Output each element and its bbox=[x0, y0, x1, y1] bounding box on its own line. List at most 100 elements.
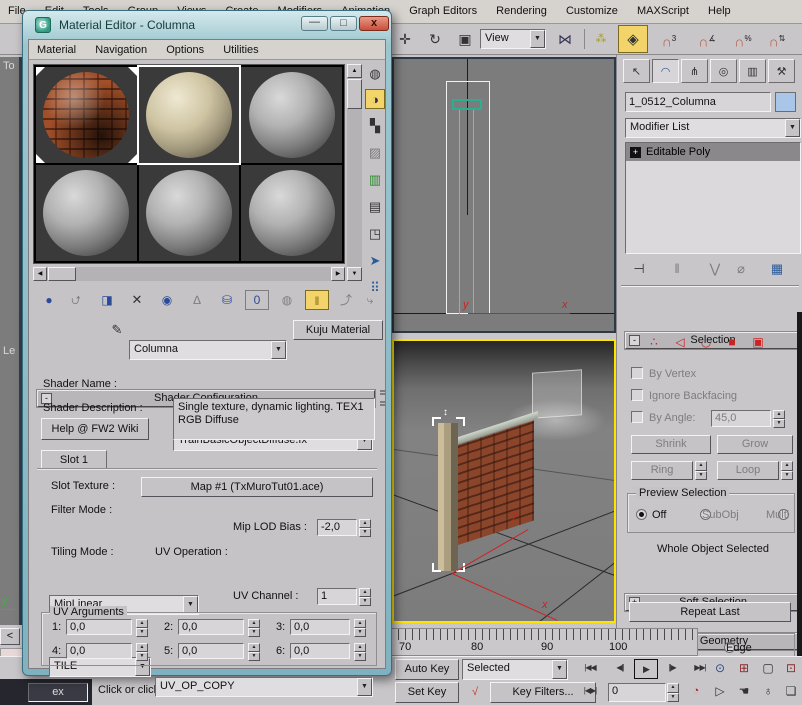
get-material-icon[interactable]: ● bbox=[37, 290, 61, 310]
by-vertex-checkbox[interactable] bbox=[631, 367, 643, 379]
current-frame-field[interactable]: 0 bbox=[608, 683, 666, 702]
me-menu-material[interactable]: Material bbox=[29, 40, 84, 60]
chevron-down-icon[interactable]: ▼ bbox=[530, 30, 545, 48]
spin-up-icon[interactable]: ▲ bbox=[248, 643, 260, 652]
mirror-icon[interactable]: ⋈ bbox=[552, 27, 578, 51]
slot1-tab[interactable]: Slot 1 bbox=[41, 450, 107, 469]
arc-rotate-icon[interactable]: ♁ bbox=[756, 682, 780, 702]
tab-hierarchy[interactable]: ⋔ bbox=[681, 59, 708, 83]
uv-arg-spinner-1[interactable]: ▲▼ bbox=[136, 619, 148, 635]
modifier-stack[interactable]: + Editable Poly bbox=[625, 142, 801, 254]
listener-tab[interactable]: ex bbox=[28, 683, 88, 702]
mip-lod-bias-field[interactable]: -2,0 bbox=[317, 519, 357, 536]
by-angle-checkbox[interactable] bbox=[631, 411, 643, 423]
me-menu-options[interactable]: Options bbox=[158, 40, 212, 60]
uv-channel-field[interactable]: 1 bbox=[317, 588, 357, 605]
zoom-extents-all-icon[interactable]: ⊡ bbox=[779, 659, 802, 679]
spin-up-icon[interactable]: ▲ bbox=[136, 643, 148, 652]
show-end-result-icon[interactable]: ‖ bbox=[305, 290, 329, 310]
hscroll-thumb[interactable] bbox=[48, 267, 76, 281]
tab-modify[interactable]: ◠ bbox=[652, 59, 679, 83]
go-to-start-icon[interactable]: |◀◀ bbox=[578, 659, 602, 679]
me-title-bar[interactable]: G Material Editor - Columna — □ x bbox=[23, 11, 391, 39]
tab-motion[interactable]: ◎ bbox=[710, 59, 737, 83]
grow-button[interactable]: Grow bbox=[717, 435, 793, 454]
menu-graph-editors[interactable]: Graph Editors bbox=[401, 0, 485, 22]
spin-down-icon[interactable]: ▼ bbox=[248, 628, 260, 637]
uv-arg-spinner-5[interactable]: ▲▼ bbox=[248, 643, 260, 659]
object-color-swatch[interactable] bbox=[775, 92, 796, 112]
spin-up-icon[interactable]: ▲ bbox=[667, 683, 679, 693]
menu-maxscript[interactable]: MAXScript bbox=[629, 0, 697, 22]
material-sample-slot[interactable] bbox=[36, 165, 137, 261]
loop-button[interactable]: Loop bbox=[717, 461, 779, 480]
remove-modifier-icon[interactable]: ⌀ bbox=[729, 259, 753, 279]
mirror-small-icon[interactable]: ⁂ bbox=[588, 27, 614, 51]
close-icon[interactable]: x bbox=[359, 16, 389, 31]
object-name-field[interactable]: 1_0512_Columna bbox=[625, 92, 771, 112]
ring-button[interactable]: Ring bbox=[631, 461, 693, 480]
sample-hscrollbar[interactable]: ◀ ▶ bbox=[33, 267, 345, 281]
next-frame-icon[interactable]: ||▶ bbox=[660, 659, 684, 679]
snap3-icon[interactable]: ∩3 bbox=[656, 27, 682, 51]
ring-spinner[interactable]: ▲▼ bbox=[695, 461, 707, 480]
uv-arg-field-4[interactable]: 0,0 bbox=[66, 643, 132, 659]
backlight-icon[interactable]: ◑ bbox=[365, 89, 385, 109]
material-sample-slot[interactable] bbox=[139, 165, 240, 261]
zoom-icon[interactable]: ⊙ bbox=[708, 659, 732, 679]
me-menu-navigation[interactable]: Navigation bbox=[87, 40, 155, 60]
material-sample-slot[interactable] bbox=[36, 67, 137, 163]
polygon-icon[interactable]: ■ bbox=[721, 335, 743, 349]
viewport-perspective[interactable]: ↕ x y bbox=[392, 339, 616, 623]
ignore-backfacing-checkbox[interactable] bbox=[631, 389, 643, 401]
show-end-result-stack-icon[interactable]: ‖ bbox=[665, 259, 689, 279]
spinner-snap-icon[interactable]: ∩⇅ bbox=[764, 27, 790, 51]
by-angle-field[interactable]: 45,0 bbox=[711, 410, 771, 427]
keying-mode-dropdown[interactable]: Selected▼ bbox=[462, 659, 568, 680]
minmax-toggle-icon[interactable]: ❏ bbox=[779, 682, 802, 702]
key-mode-toggle-icon[interactable]: |◀▶| bbox=[578, 682, 602, 702]
frame-spinner[interactable]: ▲▼ bbox=[667, 683, 679, 702]
border-icon[interactable]: ◡ bbox=[695, 335, 717, 349]
select-by-material-icon[interactable]: ➤ bbox=[365, 251, 385, 271]
show-map-in-viewport-icon[interactable]: ◍ bbox=[275, 290, 299, 310]
spin-up-icon[interactable]: ▲ bbox=[695, 461, 707, 471]
go-to-parent-icon[interactable]: ⤴ bbox=[335, 290, 357, 310]
spin-up-icon[interactable]: ▲ bbox=[359, 588, 371, 597]
put-to-library-icon[interactable]: ⛁ bbox=[215, 290, 239, 310]
help-fw2-wiki-button[interactable]: Help @ FW2 Wiki bbox=[41, 418, 149, 440]
repeat-last-button[interactable]: Repeat Last bbox=[629, 602, 791, 622]
spin-up-icon[interactable]: ▲ bbox=[773, 410, 785, 419]
material-sample-slot-active[interactable] bbox=[139, 67, 240, 163]
go-to-sibling-icon[interactable]: ⤷ bbox=[359, 290, 381, 310]
minimize-button[interactable]: — bbox=[301, 16, 328, 31]
material-type-button[interactable]: Kuju Material bbox=[293, 320, 383, 340]
uv-arg-field-3[interactable]: 0,0 bbox=[290, 619, 350, 635]
sample-uv-tiling-icon[interactable]: ▨ bbox=[365, 143, 385, 163]
material-sample-slot[interactable] bbox=[241, 165, 342, 261]
uv-arg-spinner-4[interactable]: ▲▼ bbox=[136, 643, 148, 659]
select-and-move-icon[interactable]: ✛ bbox=[392, 27, 418, 51]
uv-arg-spinner-6[interactable]: ▲▼ bbox=[354, 643, 366, 659]
viewport-front[interactable]: y x bbox=[392, 57, 616, 333]
percent-snap-icon[interactable]: ∩% bbox=[730, 27, 756, 51]
sample-type-icon[interactable]: ◍ bbox=[365, 64, 385, 84]
edge-icon[interactable]: ◁ bbox=[669, 335, 691, 349]
auto-key-button[interactable]: Auto Key bbox=[395, 659, 459, 680]
spin-down-icon[interactable]: ▼ bbox=[773, 419, 785, 428]
assign-material-icon[interactable]: ◨ bbox=[95, 290, 119, 310]
spin-up-icon[interactable]: ▲ bbox=[781, 461, 793, 471]
spin-down-icon[interactable]: ▼ bbox=[354, 628, 366, 637]
spin-up-icon[interactable]: ▲ bbox=[354, 619, 366, 628]
make-copy-icon[interactable]: ◉ bbox=[155, 290, 179, 310]
scroll-up-icon[interactable]: ▲ bbox=[347, 64, 362, 78]
column-mesh[interactable] bbox=[438, 423, 458, 571]
pin-stack-icon[interactable]: ⊣ bbox=[627, 259, 651, 279]
options-icon[interactable]: ◳ bbox=[365, 224, 385, 244]
chevron-down-icon[interactable]: ▼ bbox=[785, 119, 800, 137]
reference-coordinate-dropdown[interactable]: View▼ bbox=[480, 29, 546, 49]
previous-frame-icon[interactable]: ◀|| bbox=[608, 659, 632, 679]
spin-down-icon[interactable]: ▼ bbox=[781, 471, 793, 481]
shrink-button[interactable]: Shrink bbox=[631, 435, 711, 454]
spin-up-icon[interactable]: ▲ bbox=[136, 619, 148, 628]
